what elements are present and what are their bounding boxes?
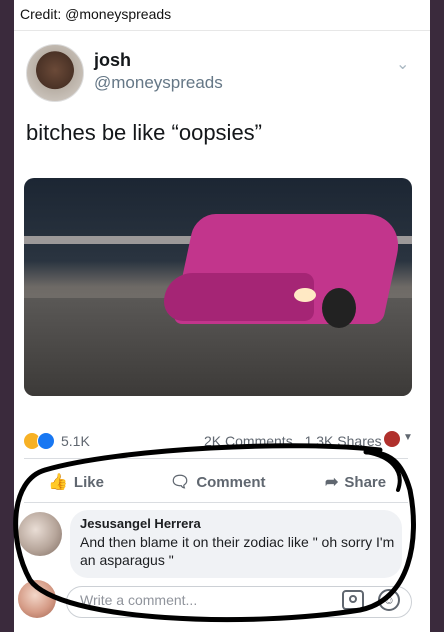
hand-drawn-circle-annotation <box>13 443 416 623</box>
